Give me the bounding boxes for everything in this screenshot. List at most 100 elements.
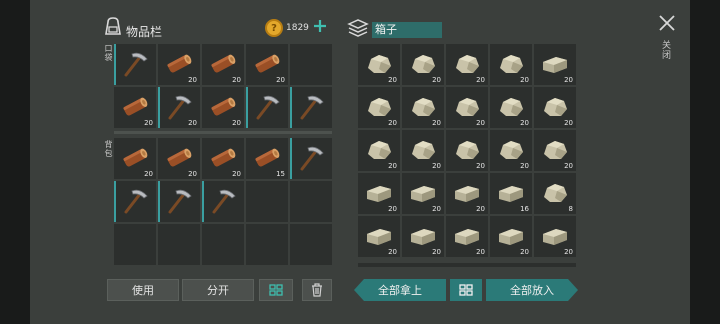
backpack-slot[interactable] (290, 138, 332, 179)
chest-sort-button[interactable] (450, 279, 482, 301)
backpack-slot[interactable]: 20 (158, 138, 200, 179)
sort-button[interactable] (259, 279, 293, 301)
plus-icon (314, 20, 326, 32)
chest-slot[interactable]: 20 (402, 130, 444, 171)
chest-slot[interactable]: 20 (358, 44, 400, 85)
backpack-slot[interactable] (158, 181, 200, 222)
backpack-slot[interactable] (246, 181, 288, 222)
chest-slot[interactable]: 20 (402, 87, 444, 128)
take-all-button[interactable]: 全部拿上 (354, 279, 446, 301)
take-all-label: 全部拿上 (378, 284, 422, 297)
coin-count: 1829 (286, 23, 309, 33)
chest-slot[interactable]: 20 (446, 130, 488, 171)
item-count: 20 (476, 205, 485, 213)
chest-scroll-edge (358, 263, 576, 267)
chest-slot[interactable]: 20 (358, 216, 400, 257)
add-coins-button[interactable] (312, 18, 328, 34)
chest-slot[interactable]: 20 (534, 44, 576, 85)
grid-icon (459, 284, 473, 296)
backpack-slot[interactable] (202, 181, 244, 222)
item-count: 20 (388, 162, 397, 170)
pocket-slot[interactable]: 20 (246, 44, 288, 85)
chest-slot[interactable]: 20 (490, 130, 532, 171)
split-button-label: 分开 (207, 284, 229, 297)
item-count: 20 (520, 248, 529, 256)
item-count: 20 (388, 119, 397, 127)
chest-slot[interactable]: 20 (402, 173, 444, 214)
chest-slot[interactable]: 20 (446, 87, 488, 128)
backpack-slot[interactable]: 15 (246, 138, 288, 179)
pocket-label: 口袋 (104, 44, 113, 62)
item-count: 20 (564, 76, 573, 84)
put-all-button[interactable]: 全部放入 (486, 279, 578, 301)
chest-slot[interactable]: 20 (446, 216, 488, 257)
chest-title: 箱子 (375, 23, 397, 36)
pocket-grid: 20 20 20 20 20 20 (114, 44, 332, 128)
chest-slot[interactable]: 16 (490, 173, 532, 214)
chest-icon (347, 18, 369, 42)
close-icon (659, 15, 675, 31)
item-count: 20 (432, 162, 441, 170)
chest-title-field: 箱子 (372, 22, 442, 38)
item-count: 20 (188, 119, 197, 127)
item-count: 20 (476, 248, 485, 256)
pocket-slot[interactable] (290, 87, 332, 128)
item-count: 20 (144, 119, 153, 127)
backpack-slot[interactable] (202, 224, 244, 265)
item-count: 20 (476, 162, 485, 170)
item-count: 20 (476, 76, 485, 84)
item-count: 20 (564, 162, 573, 170)
chest-slot[interactable]: 20 (402, 216, 444, 257)
chest-slot[interactable]: 20 (490, 216, 532, 257)
item-count: 20 (232, 170, 241, 178)
chest-slot[interactable]: 20 (490, 44, 532, 85)
chest-slot[interactable]: 20 (358, 87, 400, 128)
chest-slot[interactable]: 20 (446, 44, 488, 85)
chest-slot[interactable]: 20 (358, 173, 400, 214)
item-count: 20 (388, 248, 397, 256)
item-count: 20 (476, 119, 485, 127)
pocket-slot[interactable]: 20 (202, 44, 244, 85)
pocket-slot[interactable]: 20 (114, 87, 156, 128)
pocket-slot[interactable]: 20 (202, 87, 244, 128)
item-count: 20 (144, 170, 153, 178)
split-button[interactable]: 分开 (182, 279, 254, 301)
item-count: 20 (388, 76, 397, 84)
backpack-slot[interactable] (290, 181, 332, 222)
section-divider (114, 131, 332, 134)
chest-slot[interactable]: 20 (534, 216, 576, 257)
chest-slot[interactable]: 8 (534, 173, 576, 214)
backpack-slot[interactable] (114, 224, 156, 265)
item-count: 20 (232, 119, 241, 127)
chest-slot[interactable]: 20 (490, 87, 532, 128)
backpack-slot[interactable] (114, 181, 156, 222)
item-count: 20 (520, 162, 529, 170)
chest-slot[interactable]: 20 (402, 44, 444, 85)
backpack-slot[interactable] (290, 224, 332, 265)
pocket-slot[interactable] (114, 44, 156, 85)
backpack-slot[interactable] (158, 224, 200, 265)
backpack-grid: 20 20 20 15 (114, 138, 332, 265)
pocket-slot[interactable]: 20 (158, 44, 200, 85)
trash-icon (312, 283, 322, 297)
backpack-label: 背包 (104, 140, 113, 158)
chest-slot[interactable]: 20 (534, 87, 576, 128)
trash-button[interactable] (302, 279, 332, 301)
backpack-slot[interactable] (246, 224, 288, 265)
chest-slot[interactable]: 20 (358, 130, 400, 171)
chest-slot[interactable]: 20 (534, 130, 576, 171)
item-count: 20 (188, 76, 197, 84)
pocket-slot[interactable] (246, 87, 288, 128)
chest-slot[interactable]: 20 (446, 173, 488, 214)
item-count: 20 (388, 205, 397, 213)
close-button[interactable]: 关闭 (656, 14, 678, 66)
item-count: 20 (276, 76, 285, 84)
item-count: 15 (276, 170, 285, 178)
item-count: 20 (564, 248, 573, 256)
pocket-slot[interactable] (290, 44, 332, 85)
backpack-slot[interactable]: 20 (202, 138, 244, 179)
pocket-slot[interactable]: 20 (158, 87, 200, 128)
item-count: 8 (568, 205, 573, 213)
use-button[interactable]: 使用 (107, 279, 179, 301)
backpack-slot[interactable]: 20 (114, 138, 156, 179)
